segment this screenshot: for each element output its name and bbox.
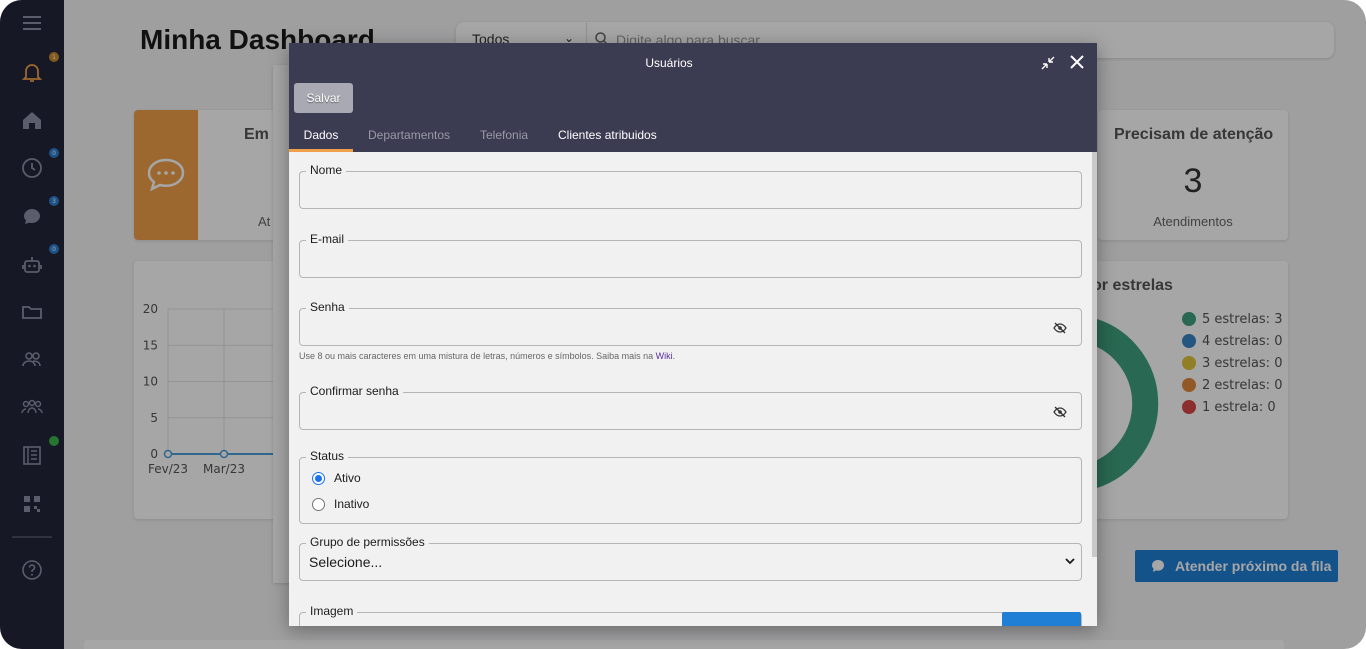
chevron-down-icon	[1065, 558, 1075, 565]
confirm-password-field[interactable]: Confirmar senha	[299, 384, 1082, 430]
close-icon[interactable]	[1068, 53, 1086, 71]
radio-label: Inativo	[334, 497, 370, 511]
field-label: Grupo de permissões	[306, 535, 429, 549]
modal-body: Nome E-mail Senha Use 8 ou mais caracter…	[289, 152, 1097, 626]
radio-button[interactable]	[312, 471, 325, 485]
app-window: 1 0 3 0 Minha Dashboard Todos ⌄ Digite a…	[0, 0, 1366, 649]
save-button[interactable]: Salvar	[294, 83, 353, 113]
eye-off-icon[interactable]	[1053, 406, 1067, 418]
field-label: Imagem	[306, 604, 358, 618]
eye-off-icon[interactable]	[1053, 322, 1067, 334]
status-option-ativo[interactable]: Ativo	[312, 471, 361, 485]
tab-dados[interactable]: Dados	[289, 128, 353, 152]
tab-departamentos[interactable]: Departamentos	[368, 128, 450, 152]
field-label: Senha	[306, 300, 349, 314]
modal-title: Usuários	[645, 56, 693, 70]
upload-button[interactable]	[1002, 612, 1081, 626]
tab-clientes-atribuidos[interactable]: Clientes atribuidos	[558, 128, 657, 152]
users-modal: Usuários Salvar Dados Departamentos Tele…	[289, 43, 1097, 626]
image-field[interactable]: Imagem	[299, 604, 1082, 626]
email-field[interactable]: E-mail	[299, 232, 1082, 278]
field-label: Nome	[306, 163, 347, 177]
field-label: E-mail	[306, 232, 349, 246]
status-option-inativo[interactable]: Inativo	[312, 497, 369, 511]
name-field[interactable]: Nome	[299, 163, 1082, 209]
radio-button[interactable]	[312, 497, 325, 511]
status-fieldset: Status Ativo Inativo	[299, 449, 1082, 524]
tab-telefonia[interactable]: Telefonia	[480, 128, 528, 152]
permission-group-select[interactable]: Grupo de permissões Selecione...	[299, 535, 1082, 581]
scrollbar[interactable]	[1092, 152, 1097, 557]
field-label: Confirmar senha	[306, 384, 403, 398]
collapse-icon[interactable]	[1039, 54, 1057, 72]
wiki-link[interactable]: Wiki	[656, 351, 673, 361]
radio-label: Ativo	[334, 471, 361, 485]
password-field[interactable]: Senha	[299, 300, 1082, 346]
select-value: Selecione...	[309, 554, 383, 570]
field-label: Status	[306, 449, 349, 463]
password-hint: Use 8 ou mais caracteres em uma mistura …	[299, 351, 676, 361]
modal-header: Usuários Salvar Dados Departamentos Tele…	[289, 43, 1097, 152]
